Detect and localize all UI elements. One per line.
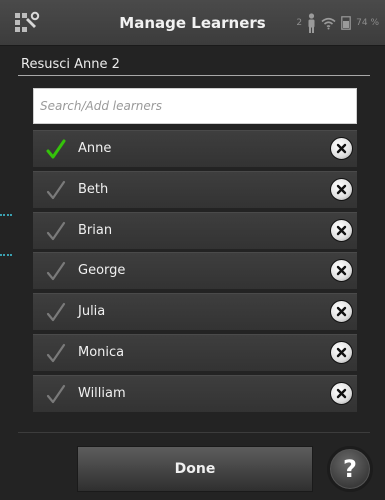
list-item[interactable]: William <box>33 374 357 412</box>
divider <box>18 75 370 76</box>
learner-name: William <box>78 385 126 401</box>
battery-icon <box>341 16 351 30</box>
learner-name: George <box>78 263 126 279</box>
list-item[interactable]: Julia <box>33 293 357 330</box>
checkmark-icon[interactable] <box>46 383 66 405</box>
search-input[interactable] <box>33 88 357 124</box>
pointer-dots <box>0 254 12 256</box>
checkmark-icon[interactable] <box>46 179 66 201</box>
person-count: 2 <box>296 18 303 28</box>
help-button[interactable]: ? <box>327 446 373 492</box>
checkmark-icon[interactable] <box>46 260 66 282</box>
done-button[interactable]: Done <box>77 446 313 492</box>
checkmark-icon[interactable] <box>46 342 66 364</box>
close-icon <box>336 347 347 357</box>
list-item[interactable]: George <box>33 252 357 290</box>
remove-learner-button[interactable] <box>330 137 353 160</box>
close-icon <box>336 306 347 317</box>
close-icon <box>336 388 347 398</box>
list-item[interactable]: Beth <box>33 170 357 208</box>
learner-name: Julia <box>78 304 106 319</box>
pointer-dots <box>0 214 12 216</box>
close-icon <box>336 225 347 235</box>
divider <box>18 432 370 433</box>
remove-learner-button[interactable] <box>330 340 353 364</box>
learner-name: Anne <box>78 141 112 156</box>
status-bar: Manage Learners 2 74 % <box>0 0 385 46</box>
close-icon <box>336 184 347 194</box>
wifi-icon <box>321 17 336 29</box>
learner-list: Anne Beth Brian George Julia Monica William <box>33 130 357 415</box>
remove-learner-button[interactable] <box>330 218 353 242</box>
person-icon <box>308 13 315 33</box>
close-icon <box>336 266 347 276</box>
checkmark-icon[interactable] <box>46 220 66 242</box>
list-item[interactable]: Brian <box>33 211 357 249</box>
remove-learner-button[interactable] <box>330 381 353 405</box>
learner-name: Beth <box>78 181 109 197</box>
remove-learner-button[interactable] <box>330 259 353 283</box>
remove-learner-button[interactable] <box>330 177 353 201</box>
device-name: Resusci Anne 2 <box>21 57 120 72</box>
status-icons: 2 74 % <box>296 0 379 46</box>
list-item[interactable]: Monica <box>33 333 357 371</box>
close-icon <box>336 143 347 154</box>
list-item[interactable]: Anne <box>33 130 357 167</box>
checkmark-icon[interactable] <box>46 138 66 160</box>
battery-percent: 74 % <box>356 18 379 28</box>
learner-name: Brian <box>78 222 113 238</box>
checkmark-icon[interactable] <box>46 301 66 323</box>
remove-learner-button[interactable] <box>330 300 353 323</box>
learner-name: Monica <box>78 344 125 360</box>
